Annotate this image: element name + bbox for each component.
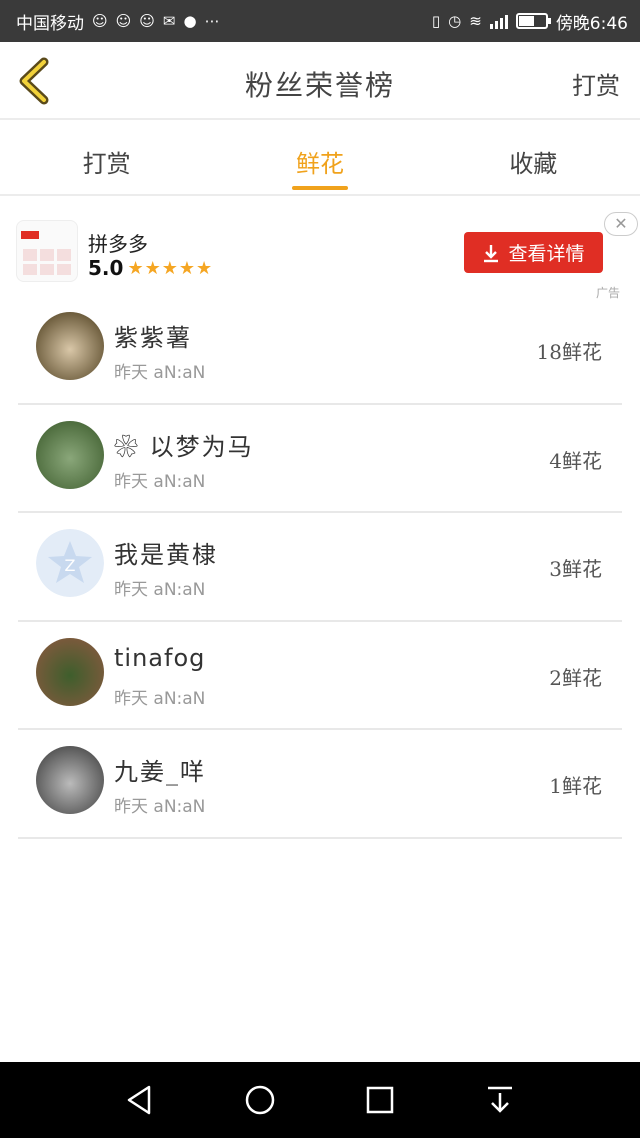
vibrate-icon: ▯ [431,11,441,30]
tab-active-indicator [291,186,348,190]
fan-name: 九姜_咩 [114,758,206,786]
list-item[interactable]: 紫紫薯 昨天 aN:aN 18鲜花 [18,296,622,405]
fan-time: 昨天 aN:aN [114,471,206,492]
fan-time: 昨天 aN:aN [114,797,206,817]
ad-rating: 5.0 ★★★★★ [88,256,213,280]
view-details-button[interactable]: 查看详情 [464,232,603,273]
list-item[interactable]: ❀ 以梦为马 昨天 aN:aN 4鲜花 [18,405,622,513]
system-recents-button[interactable] [350,1070,410,1130]
ad-app-logo [16,220,78,282]
system-back-button[interactable] [110,1070,170,1130]
notification-icon: ☺ [139,11,155,30]
star-rating-icon: ★★★★★ [127,257,214,279]
wifi-icon: ≋ [469,11,482,30]
tab-label: 鲜花 [295,150,344,178]
carrier-label: 中国移动 [16,13,84,34]
fan-time: 昨天 aN:aN [114,363,206,383]
fan-name: 紫紫薯 [114,324,192,352]
logo-grid [23,249,71,275]
battery-fill [518,16,535,26]
back-triangle-icon [127,1085,151,1115]
flower-count: 18鲜花 [536,340,602,364]
flower-count: 2鲜花 [549,665,602,690]
avatar[interactable] [36,420,104,489]
alarm-icon: ◷ [448,11,462,30]
flower-count: 3鲜花 [549,557,602,581]
nav-bar: 粉丝荣誉榜 打赏 [0,42,640,120]
tab-bar: 打赏 鲜花 收藏 [0,122,640,196]
tab-label: 打赏 [82,150,131,178]
list-item[interactable]: 九姜_咩 昨天 aN:aN 1鲜花 [18,730,622,839]
status-left: 中国移动 ☺ ☺ ☺ ✉ ● ⋯ [16,9,220,34]
notification-pull-button[interactable] [470,1070,530,1130]
wechat-icon: ✉ [162,11,176,30]
status-bar: 中国移动 ☺ ☺ ☺ ✉ ● ⋯ ▯ ◷ ≋ 傍晚6:46 [0,0,640,42]
tab-flowers[interactable]: 鲜花 [213,122,426,194]
flower-count: 4鲜花 [549,448,602,473]
notification-icon: ☺ [115,11,132,30]
ad-app-name: 拼多多 [88,232,148,256]
pull-down-icon [488,1086,512,1113]
reward-button[interactable]: 打赏 [572,66,620,101]
fan-name: tinafog [114,643,206,672]
fan-name: ❀ 以梦为马 [114,432,254,461]
flower-count: 1鲜花 [549,774,602,798]
avatar[interactable] [36,746,104,814]
page-title: 粉丝荣誉榜 [244,69,395,102]
ad-close-button[interactable]: ✕ [604,212,638,236]
avatar[interactable] [36,637,104,706]
fan-list: 紫紫薯 昨天 aN:aN 18鲜花 ❀ 以梦为马 昨天 aN:aN 4鲜花 Z … [18,296,622,839]
system-nav-bar [0,1062,640,1138]
list-item[interactable]: tinafog 昨天 aN:aN 2鲜花 [18,622,622,730]
battery-icon [515,13,551,29]
status-right: ▯ ◷ ≋ 傍晚6:46 [432,9,628,34]
ad-banner[interactable]: 拼多多 5.0 ★★★★★ 查看详情 [0,200,640,304]
signal-icon [489,13,508,29]
avatar[interactable] [36,312,104,380]
fan-time: 昨天 aN:aN [114,580,206,600]
tab-favorites[interactable]: 收藏 [427,122,640,194]
fan-name: 我是黄棣 [114,541,218,569]
more-icon: ⋯ [204,11,220,30]
fan-time: 昨天 aN:aN [114,688,206,709]
tab-reward[interactable]: 打赏 [0,122,213,194]
clock: 傍晚6:46 [555,13,628,34]
system-home-button[interactable] [230,1070,290,1130]
recents-square-icon [366,1086,394,1114]
view-details-label: 查看详情 [508,243,585,265]
list-item[interactable]: Z 我是黄棣 昨天 aN:aN 3鲜花 [18,513,622,622]
logo-mark [21,231,39,239]
notification-icon: ☺ [92,11,108,30]
default-avatar-icon: Z [36,529,104,597]
download-icon [484,244,499,262]
svg-text:Z: Z [65,556,76,575]
avatar[interactable]: Z [36,529,104,597]
message-icon: ● [183,11,197,30]
home-circle-icon [245,1085,275,1115]
rating-value: 5.0 [88,256,124,280]
tab-label: 收藏 [509,150,558,178]
